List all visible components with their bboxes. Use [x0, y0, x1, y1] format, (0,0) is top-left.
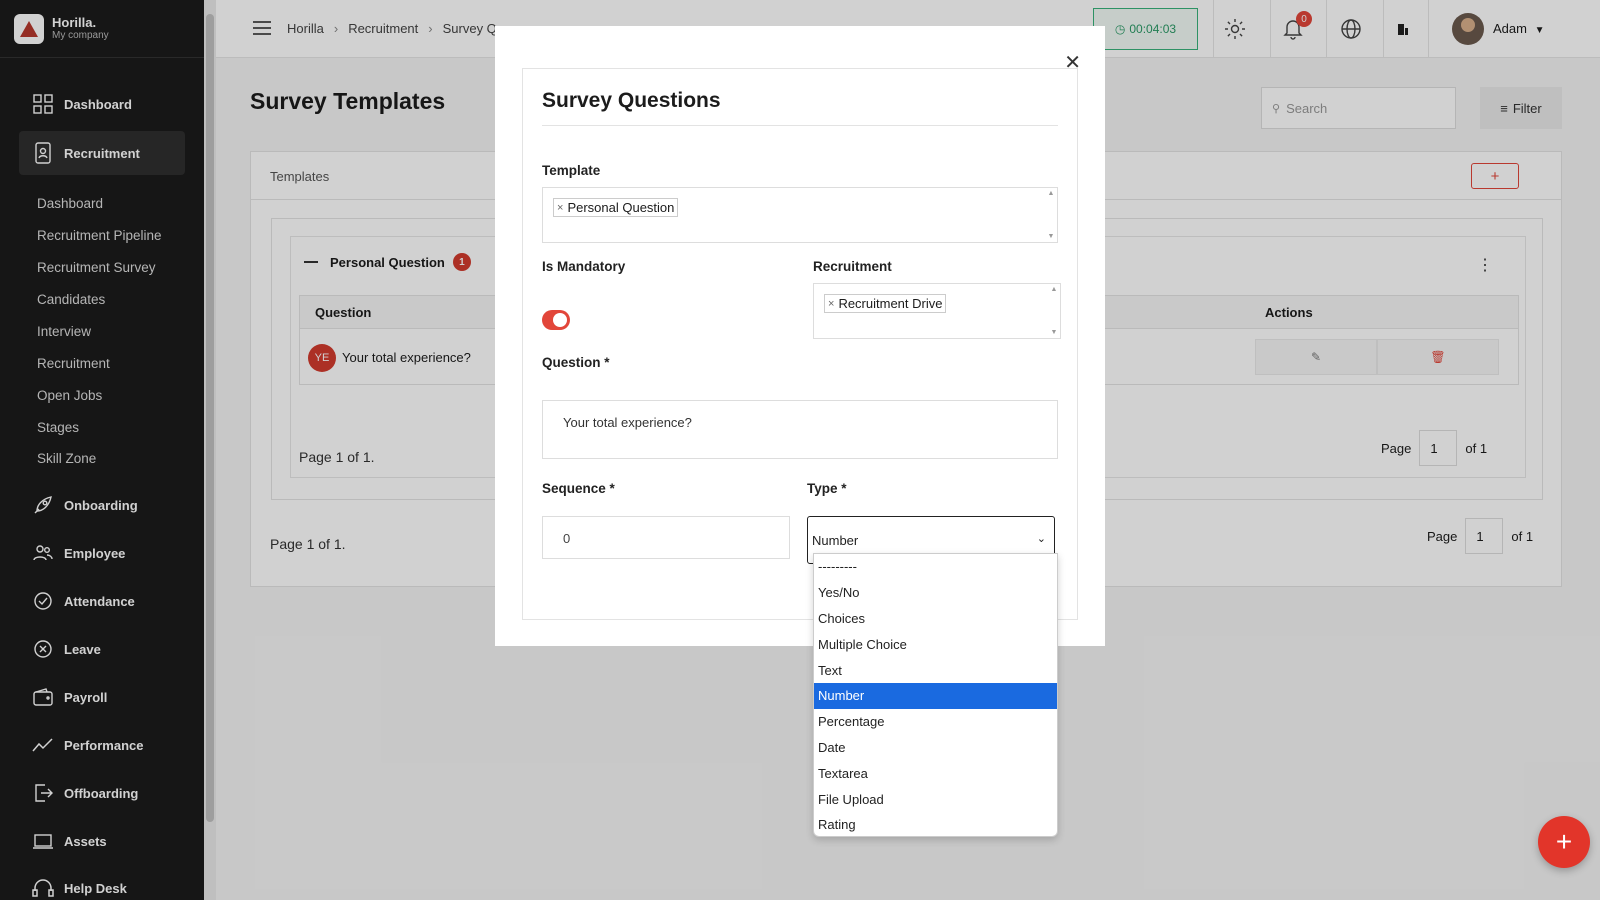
recruitment-label: Recruitment — [813, 259, 892, 274]
type-options-list: --------- Yes/No Choices Multiple Choice… — [813, 553, 1058, 837]
mandatory-label: Is Mandatory — [542, 259, 626, 274]
type-option[interactable]: Multiple Choice — [814, 631, 1057, 657]
template-tag-label: Personal Question — [567, 200, 675, 215]
mandatory-toggle[interactable] — [542, 310, 570, 330]
remove-tag-icon[interactable]: × — [557, 202, 563, 214]
multiselect-scrollbar[interactable]: ▲ ▼ — [1050, 286, 1058, 336]
sequence-input[interactable]: 0 — [542, 516, 790, 559]
type-label: Type * — [807, 481, 847, 496]
type-option[interactable]: File Upload — [814, 786, 1057, 812]
recruitment-tag: × Recruitment Drive — [824, 294, 947, 313]
sequence-label: Sequence * — [542, 481, 615, 496]
question-label: Question * — [542, 355, 610, 370]
remove-tag-icon[interactable]: × — [828, 298, 834, 310]
type-option[interactable]: Yes/No — [814, 580, 1057, 606]
modal-title: Survey Questions — [542, 89, 721, 112]
type-option[interactable]: Rating — [814, 812, 1057, 838]
template-multiselect[interactable]: × Personal Question ▲ ▼ — [542, 187, 1058, 243]
multiselect-scrollbar[interactable]: ▲ ▼ — [1047, 190, 1055, 240]
type-option[interactable]: Percentage — [814, 709, 1057, 735]
type-selected-value: Number — [812, 533, 859, 548]
type-option-selected[interactable]: Number — [814, 682, 1057, 709]
type-option[interactable]: --------- — [814, 554, 1057, 580]
quick-add-button[interactable]: + — [1538, 816, 1590, 868]
template-tag: × Personal Question — [553, 198, 679, 217]
type-option[interactable]: Choices — [814, 606, 1057, 632]
recruitment-tag-label: Recruitment Drive — [838, 296, 943, 311]
template-label: Template — [542, 163, 601, 178]
type-option[interactable]: Date — [814, 735, 1057, 761]
recruitment-multiselect[interactable]: × Recruitment Drive ▲ ▼ — [813, 283, 1061, 339]
question-textarea[interactable]: Your total experience? — [542, 400, 1058, 459]
type-option[interactable]: Textarea — [814, 760, 1057, 786]
chevron-down-icon: ⌄ — [1036, 533, 1046, 545]
type-option[interactable]: Text — [814, 657, 1057, 683]
